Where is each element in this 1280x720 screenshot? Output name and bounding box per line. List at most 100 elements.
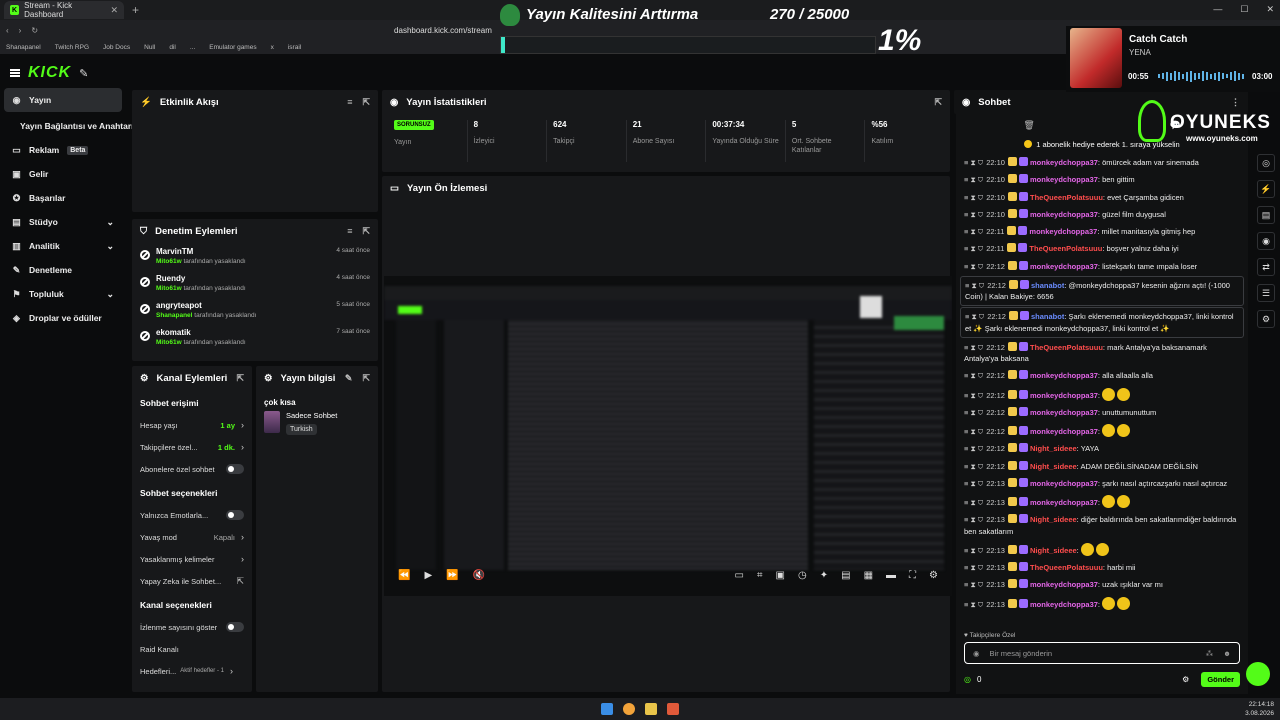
help-fab-icon[interactable] xyxy=(1246,662,1270,686)
message-actions-icon[interactable]: ≡ ⧗ ⛉ xyxy=(964,408,983,417)
message-actions-icon[interactable]: ≡ ⧗ ⛉ xyxy=(964,427,983,436)
chat-username[interactable]: monkeydchoppa37 xyxy=(1030,262,1098,271)
sidebar-item-analytics[interactable]: ▥ Analitik ⌄ xyxy=(0,234,126,258)
message-actions-icon[interactable]: ≡ ⧗ ⛉ xyxy=(964,158,983,167)
sidebar-item-drops[interactable]: ◈ Droplar ve ödüller xyxy=(0,306,126,330)
chat-username[interactable]: monkeydchoppa37 xyxy=(1030,580,1098,589)
popout-icon[interactable]: ⇱ xyxy=(362,97,370,108)
popout-icon[interactable]: ⇱ xyxy=(362,226,370,237)
chat-username[interactable]: monkeydchoppa37 xyxy=(1030,175,1098,184)
chat-username[interactable]: TheQueenPolatsuuu xyxy=(1030,193,1103,202)
chat-username[interactable]: monkeydchoppa37 xyxy=(1030,479,1098,488)
browser-tab[interactable]: K Stream - Kick Dashboard ✕ xyxy=(4,1,124,19)
sidebar-item-achievements[interactable]: ✪ Başarılar xyxy=(0,186,126,210)
chat-username[interactable]: Night_sideee xyxy=(1030,462,1077,471)
bookmark[interactable]: Null xyxy=(144,44,155,51)
folder-icon[interactable] xyxy=(645,703,657,715)
send-button[interactable]: Gönder xyxy=(1201,671,1240,687)
bolt-icon[interactable]: ⚡ xyxy=(1257,180,1275,198)
translate-icon[interactable]: ⁂ xyxy=(1206,649,1214,658)
message-actions-icon[interactable]: ≡ ⧗ ⛉ xyxy=(964,580,983,589)
image-icon[interactable]: ▣ xyxy=(776,570,785,581)
theater-icon[interactable]: ▬ xyxy=(886,570,896,581)
new-tab-icon[interactable]: + xyxy=(132,3,139,17)
message-actions-icon[interactable]: ≡ ⧗ ⛉ xyxy=(964,244,983,253)
crop-icon[interactable]: ⌗ xyxy=(757,570,763,581)
category-name[interactable]: Sadece Sohbet xyxy=(286,411,337,420)
popout-icon[interactable]: ⇱ xyxy=(236,373,244,384)
maximize-icon[interactable]: ☐ xyxy=(1240,4,1248,15)
message-actions-icon[interactable]: ≡ ⧗ ⛉ xyxy=(964,262,983,271)
sidebar-item-stream[interactable]: ◉ Yayın xyxy=(4,88,122,112)
raid-icon[interactable]: ⇄ xyxy=(1257,258,1275,276)
pip-icon[interactable]: ▦ xyxy=(864,570,873,581)
chat-username[interactable]: monkeydchoppa37 xyxy=(1030,158,1098,167)
kick-logo[interactable]: KICK xyxy=(28,64,71,82)
sparkle-icon[interactable]: ✦ xyxy=(820,570,828,581)
close-tab-icon[interactable]: ✕ xyxy=(110,5,118,16)
smile-icon[interactable]: ☻ xyxy=(1223,649,1231,658)
sidebar-item-community[interactable]: ⚑ Topluluk ⌄ xyxy=(0,282,126,306)
bookmark[interactable]: israil xyxy=(288,44,301,51)
settings-icon[interactable]: ⚙ xyxy=(1182,675,1189,684)
chat-username[interactable]: TheQueenPolatsuuu xyxy=(1030,563,1103,572)
rewind-icon[interactable]: ⏪ xyxy=(398,570,410,581)
chat-username[interactable]: monkeydchoppa37 xyxy=(1030,498,1098,507)
chat-username[interactable]: monkeydchoppa37 xyxy=(1030,391,1098,400)
forward-icon[interactable]: › xyxy=(19,26,22,35)
banned-words-option[interactable]: Yasaklanmış kelimeler › xyxy=(132,548,252,570)
bookmark[interactable]: ... xyxy=(190,44,195,51)
ai-chat-option[interactable]: Yapay Zeka ile Sohbet... ⇱ xyxy=(132,570,252,592)
message-actions-icon[interactable]: ≡ ⧗ ⛉ xyxy=(964,175,983,184)
notes-icon[interactable]: ▤ xyxy=(1257,206,1275,224)
chat-username[interactable]: shanabot xyxy=(1031,312,1064,321)
message-actions-icon[interactable]: ≡ ⧗ ⛉ xyxy=(964,546,983,555)
filter-icon[interactable]: ≡ xyxy=(347,97,352,108)
browser-icon[interactable] xyxy=(667,703,679,715)
emote-icon[interactable]: ◉ xyxy=(973,649,980,658)
chat-username[interactable]: monkeydchoppa37 xyxy=(1030,210,1098,219)
bookmark[interactable]: dil xyxy=(169,44,176,51)
message-actions-icon[interactable]: ≡ ⧗ ⛉ xyxy=(964,444,983,453)
layout-icon[interactable]: ▤ xyxy=(841,570,850,581)
search-icon[interactable] xyxy=(623,703,635,715)
bookmark[interactable]: x xyxy=(271,44,274,51)
chat-username[interactable]: Night_sideee xyxy=(1030,515,1077,524)
message-actions-icon[interactable]: ≡ ⧗ ⛉ xyxy=(964,227,983,236)
account-age-option[interactable]: Hesap yaşı 1 ay › xyxy=(132,414,252,436)
menu-icon[interactable] xyxy=(10,69,20,77)
follower-only-option[interactable]: Takipçilere özel... 1 dk. › xyxy=(132,436,252,458)
play-icon[interactable]: ▶ xyxy=(424,570,432,581)
url-field[interactable]: dashboard.kick.com/stream xyxy=(394,26,492,35)
goals-option[interactable]: Hedefleri... Aktif hedefler - 1 › xyxy=(132,660,252,682)
minimize-icon[interactable]: — xyxy=(1213,4,1222,15)
show-viewers-toggle[interactable]: İzlenme sayısını göster xyxy=(132,616,252,638)
sidebar-item-ads[interactable]: ▭ Reklam Beta xyxy=(0,138,126,162)
pin-icon[interactable]: ✎ xyxy=(79,67,88,80)
message-actions-icon[interactable]: ≡ ⧗ ⛉ xyxy=(965,312,984,321)
mute-icon[interactable]: 🔇 xyxy=(473,570,485,581)
chat-username[interactable]: monkeydchoppa37 xyxy=(1030,371,1098,380)
emote-only-toggle[interactable]: Yalnızca Emotlarla... xyxy=(132,504,252,526)
message-actions-icon[interactable]: ≡ ⧗ ⛉ xyxy=(964,371,983,380)
message-actions-icon[interactable]: ≡ ⧗ ⛉ xyxy=(964,210,983,219)
chat-username[interactable]: Night_sideee xyxy=(1030,546,1077,555)
wrench-icon[interactable]: ⚙ xyxy=(1257,310,1275,328)
chat-username[interactable]: Night_sideee xyxy=(1030,444,1077,453)
settings-icon[interactable]: ⚙ xyxy=(929,570,938,581)
windows-start-icon[interactable] xyxy=(601,703,613,715)
bookmark[interactable]: Emulator games xyxy=(209,44,256,51)
message-actions-icon[interactable]: ≡ ⧗ ⛉ xyxy=(964,391,983,400)
chat-username[interactable]: TheQueenPolatsuuu xyxy=(1029,244,1102,253)
bookmark[interactable]: Job Docs xyxy=(103,44,130,51)
chat-username[interactable]: monkeydchoppa37 xyxy=(1030,427,1098,436)
raid-option[interactable]: Raid Kanalı xyxy=(132,638,252,660)
bookmark[interactable]: Shanapanel xyxy=(6,44,41,51)
sidebar-item-studio[interactable]: ▤ Stüdyo ⌄ xyxy=(0,210,126,234)
message-actions-icon[interactable]: ≡ ⧗ ⛉ xyxy=(964,479,983,488)
message-actions-icon[interactable]: ≡ ⧗ ⛉ xyxy=(964,498,983,507)
message-actions-icon[interactable]: ≡ ⧗ ⛉ xyxy=(964,600,983,609)
chat-input[interactable]: ◉ Bir mesaj gönderin ⁂ ☻ xyxy=(964,642,1240,664)
sidebar-item-income[interactable]: ▣ Gelir xyxy=(0,162,126,186)
message-actions-icon[interactable]: ≡ ⧗ ⛉ xyxy=(964,462,983,471)
